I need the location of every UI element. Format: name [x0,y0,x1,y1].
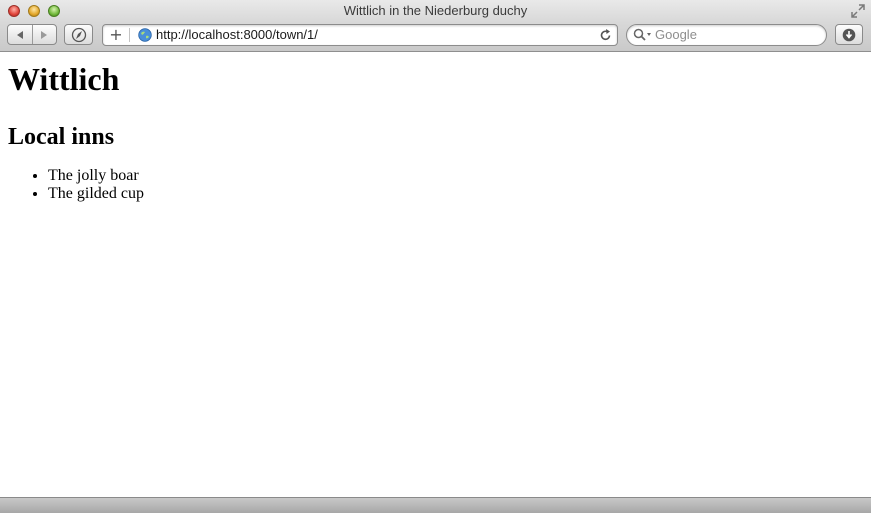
fullscreen-icon[interactable] [851,4,865,18]
reload-icon[interactable] [599,28,612,42]
search-icon [633,28,651,41]
forward-button[interactable] [33,25,57,44]
forward-icon [41,30,48,39]
status-bar [0,497,871,513]
download-icon [842,28,856,41]
page-content: Wittlich Local inns The jolly boar The g… [8,52,863,203]
address-bar[interactable]: + http://localhost:8000/town/1/ [102,24,618,46]
list-item: The gilded cup [48,185,863,203]
browser-chrome: Wittlich in the Niederburg duchy + http:… [0,0,871,52]
back-forward-group [7,24,57,45]
inn-list: The jolly boar The gilded cup [8,167,863,203]
address-divider [129,28,130,42]
top-sites-button[interactable] [64,24,93,45]
search-placeholder: Google [655,27,697,42]
compass-icon [71,27,86,42]
list-item: The jolly boar [48,167,863,185]
title-bar: Wittlich in the Niederburg duchy [0,0,871,22]
downloads-button[interactable] [835,24,863,45]
window-title: Wittlich in the Niederburg duchy [343,3,528,18]
add-bookmark-icon[interactable]: + [107,25,125,45]
toolbar: + http://localhost:8000/town/1/ Google [0,23,871,49]
page-title: Wittlich [8,61,120,97]
url-text[interactable]: http://localhost:8000/town/1/ [156,27,318,42]
search-field[interactable]: Google [626,24,827,46]
back-button[interactable] [8,25,32,44]
section-heading: Local inns [8,124,115,150]
globe-icon [138,28,152,42]
back-icon [16,30,23,39]
